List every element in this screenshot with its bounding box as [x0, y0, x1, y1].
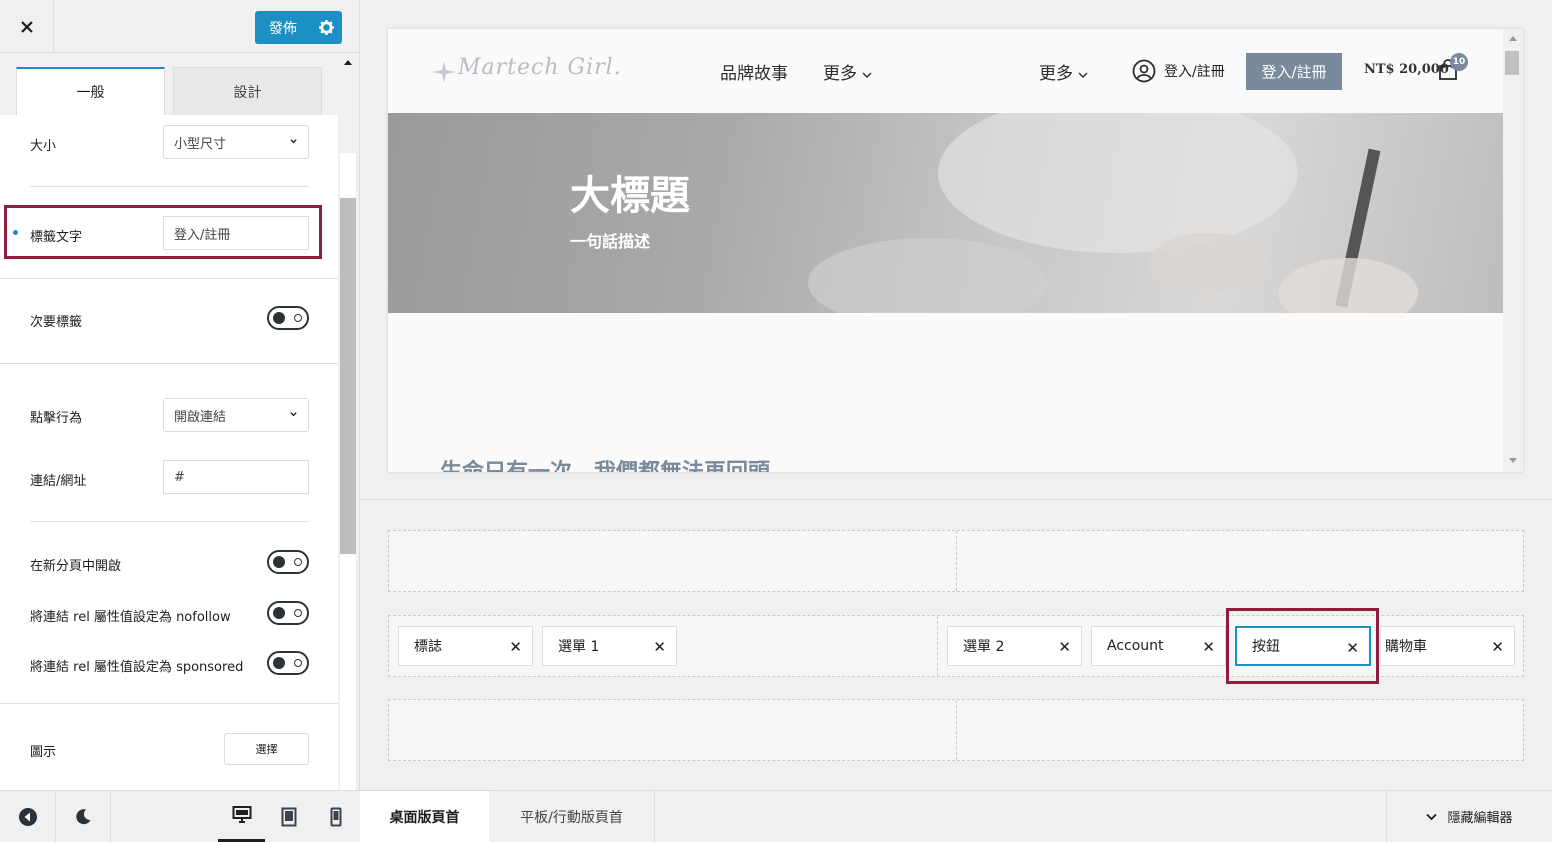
- builder-item-logo[interactable]: 標誌 ✕: [398, 626, 533, 666]
- cart-count-badge: 10: [1450, 53, 1468, 71]
- chevron-down-icon: [290, 139, 297, 144]
- divider: [30, 186, 309, 187]
- close-icon: [20, 20, 33, 33]
- signup-button[interactable]: 登入/註冊: [1246, 53, 1342, 90]
- builder-item-account[interactable]: Account ✕: [1091, 626, 1226, 666]
- body-heading: 生命只有一次，我們都無法再回頭: [440, 454, 770, 472]
- divider: [0, 363, 338, 364]
- nofollow-toggle[interactable]: [267, 601, 309, 625]
- size-select[interactable]: 小型尺寸: [163, 125, 309, 159]
- modified-indicator: [13, 230, 18, 235]
- close-icon[interactable]: ✕: [1058, 638, 1071, 656]
- chevron-down-icon: [862, 72, 872, 78]
- hero-subtitle: 一句話描述: [570, 232, 651, 251]
- label-text-label: 標籤文字: [30, 230, 83, 245]
- tab-general[interactable]: 一般: [16, 67, 165, 115]
- panel-tabs: 一般 設計: [16, 67, 322, 115]
- sponsored-toggle[interactable]: [267, 651, 309, 675]
- hide-editor-label: 隱藏編輯器: [1447, 811, 1513, 826]
- tab-design[interactable]: 設計: [173, 67, 322, 115]
- publish-group: 發佈: [255, 11, 342, 44]
- divider: [30, 521, 309, 522]
- divider: [0, 703, 338, 704]
- new-tab-label: 在新分頁中開啟: [30, 559, 122, 574]
- link-url-input[interactable]: #: [163, 460, 309, 494]
- mobile-icon: [330, 807, 341, 826]
- publish-settings-button[interactable]: [311, 11, 342, 44]
- dark-mode-button[interactable]: [55, 791, 110, 842]
- account-link[interactable]: 登入/註冊: [1132, 59, 1225, 83]
- close-icon[interactable]: ✕: [653, 638, 666, 656]
- panel-header: 發佈: [0, 0, 360, 53]
- site-preview: Martech Girl. 品牌故事 更多 更多 登入/註冊 登入/註冊 NT$…: [388, 29, 1523, 472]
- new-tab-toggle[interactable]: [267, 550, 309, 574]
- secondary-label-toggle[interactable]: [267, 306, 309, 330]
- label-text-input[interactable]: 登入/註冊: [163, 216, 309, 250]
- nav-item-more-1[interactable]: 更多: [823, 59, 872, 84]
- icon-choose-button[interactable]: 選擇: [224, 733, 309, 765]
- cart-total: NT$ 20,000: [1364, 62, 1449, 77]
- user-icon: [1132, 59, 1156, 83]
- close-icon[interactable]: ✕: [1491, 638, 1504, 656]
- chevron-down-icon: [1426, 813, 1438, 820]
- divider: [0, 278, 338, 279]
- nav-item-more-2[interactable]: 更多: [1039, 59, 1088, 84]
- collapse-button[interactable]: [0, 791, 55, 842]
- builder-item-menu-1[interactable]: 選單 1 ✕: [542, 626, 677, 666]
- builder-row-top[interactable]: [388, 530, 1524, 592]
- close-icon[interactable]: ✕: [509, 638, 522, 656]
- moon-icon: [75, 808, 90, 824]
- logo-sparkle-icon: [432, 61, 456, 83]
- nofollow-label: 將連結 rel 屬性值設定為 nofollow: [30, 610, 231, 625]
- scroll-down-arrow-icon[interactable]: [1509, 458, 1517, 464]
- annotation-highlight: [1226, 608, 1379, 684]
- device-mobile-button[interactable]: [312, 791, 359, 842]
- close-button[interactable]: [0, 0, 54, 53]
- site-header: Martech Girl. 品牌故事 更多 更多 登入/註冊 登入/註冊 NT$…: [388, 29, 1503, 113]
- close-icon[interactable]: ✕: [1202, 638, 1215, 656]
- hero-title: 大標題: [570, 173, 690, 219]
- tab-desktop-header[interactable]: 桌面版頁首: [360, 791, 489, 842]
- sponsored-label: 將連結 rel 屬性值設定為 sponsored: [30, 660, 244, 675]
- device-tablet-button[interactable]: [265, 791, 312, 842]
- publish-button[interactable]: 發佈: [255, 11, 311, 44]
- tablet-icon: [281, 807, 296, 826]
- hero-banner: 大標題 一句話描述: [388, 113, 1503, 313]
- click-action-select[interactable]: 開啟連結: [163, 398, 309, 432]
- device-desktop-button[interactable]: [218, 791, 265, 842]
- icon-label: 圖示: [30, 745, 57, 760]
- size-select-value: 小型尺寸: [174, 136, 227, 152]
- gear-icon: [319, 20, 334, 35]
- builder-row-bottom[interactable]: [388, 699, 1524, 761]
- click-action-value: 開啟連結: [174, 409, 227, 425]
- account-label: 登入/註冊: [1164, 64, 1225, 80]
- click-action-label: 點擊行為: [30, 411, 83, 426]
- size-label: 大小: [30, 139, 57, 154]
- desktop-icon: [232, 806, 251, 823]
- preview-scrollbar[interactable]: [1503, 29, 1523, 472]
- link-url-label: 連結/網址: [30, 474, 87, 489]
- hide-editor-button[interactable]: 隱藏編輯器: [1386, 791, 1552, 842]
- scroll-up-arrow-icon[interactable]: [1509, 35, 1517, 41]
- builder-item-cart[interactable]: 購物車 ✕: [1380, 626, 1515, 666]
- builder-item-menu-2[interactable]: 選單 2 ✕: [947, 626, 1082, 666]
- secondary-label-label: 次要標籤: [30, 315, 83, 330]
- hero-background-image: [808, 113, 1418, 313]
- nav-item-brand-story[interactable]: 品牌故事: [720, 59, 788, 84]
- panel-scrollbar-thumb[interactable]: [340, 198, 356, 554]
- chevron-down-icon: [1078, 72, 1088, 78]
- preview-scrollbar-thumb[interactable]: [1505, 51, 1519, 75]
- chevron-down-icon: [290, 412, 297, 417]
- tab-mobile-header[interactable]: 平板/行動版頁首: [489, 791, 655, 842]
- bottom-bar: 桌面版頁首 平板/行動版頁首 隱藏編輯器: [0, 790, 1552, 842]
- scroll-up-arrow-icon[interactable]: [343, 58, 353, 66]
- arrow-left-circle-icon: [18, 807, 37, 826]
- site-logo[interactable]: Martech Girl.: [458, 55, 622, 80]
